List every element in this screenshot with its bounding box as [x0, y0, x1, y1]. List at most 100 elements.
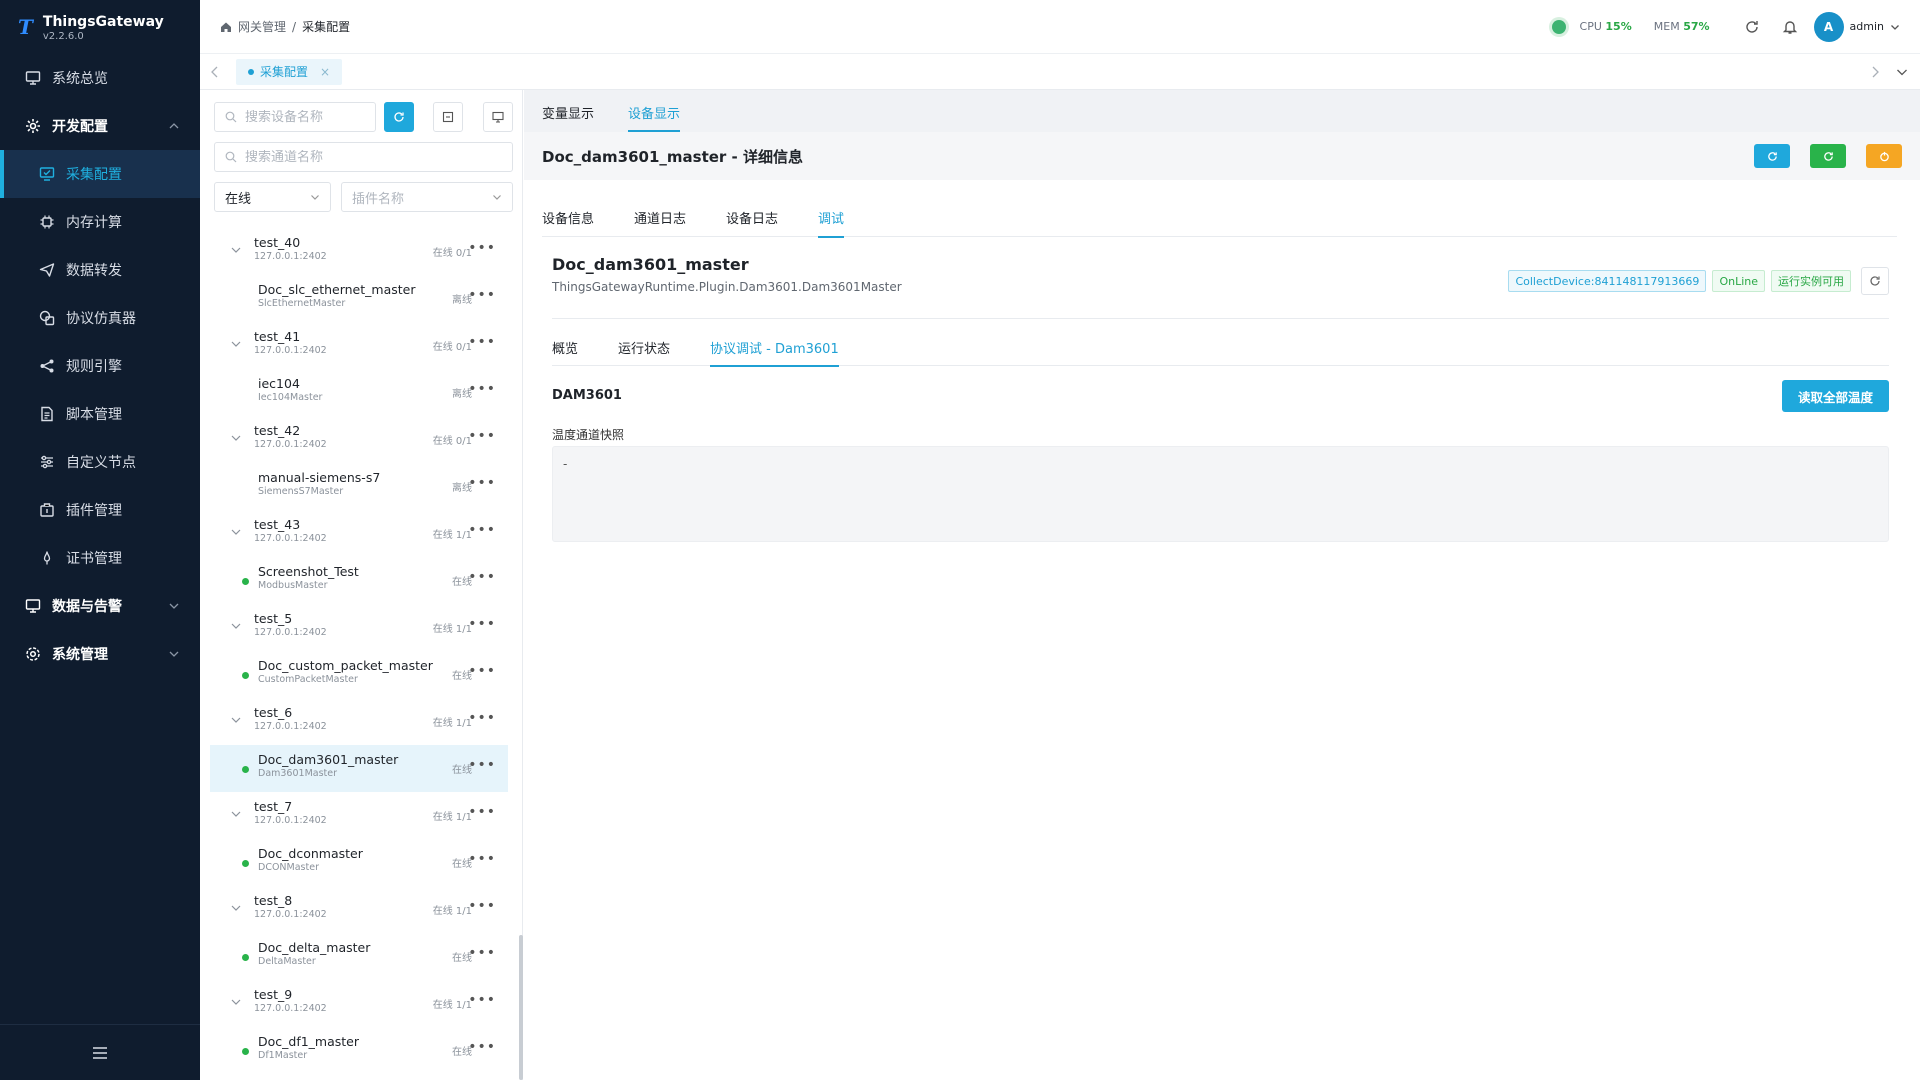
refresh-icon[interactable]	[1744, 19, 1760, 35]
device-name: Doc_slc_ethernet_master	[258, 282, 416, 297]
chevron-down-icon[interactable]	[230, 526, 242, 538]
more-icon[interactable]: •••	[468, 757, 496, 773]
tree-device-node[interactable]: Doc_df1_master Df1Master 在线 •••	[210, 1027, 508, 1074]
more-icon[interactable]: •••	[468, 428, 496, 444]
chevron-down-icon[interactable]	[230, 996, 242, 1008]
more-icon[interactable]: •••	[468, 381, 496, 397]
more-icon[interactable]: •••	[468, 522, 496, 538]
chevron-down-icon[interactable]	[230, 714, 242, 726]
more-icon[interactable]: •••	[468, 663, 496, 679]
tab-variable-view[interactable]: 变量显示	[542, 103, 594, 132]
device-name: iec104	[258, 376, 300, 391]
tab-channel-log[interactable]: 通道日志	[634, 200, 686, 237]
tree-channel-node[interactable]: test_41 127.0.0.1:2402 在线 0/1 •••	[210, 322, 508, 369]
tab-device-log[interactable]: 设备日志	[726, 200, 778, 237]
tree-device-node[interactable]: Doc_dconmaster DCONMaster 在线 •••	[210, 839, 508, 886]
home-icon[interactable]	[220, 21, 232, 33]
tree-channel-node[interactable]: test_40 127.0.0.1:2402 在线 0/1 •••	[210, 228, 508, 275]
more-icon[interactable]: •••	[468, 804, 496, 820]
online-status-dot	[242, 860, 249, 867]
sidebar-item-script-manage[interactable]: 脚本管理	[0, 390, 200, 438]
tree-channel-node[interactable]: test_9 127.0.0.1:2402 在线 1/1 •••	[210, 980, 508, 1027]
sidebar-item-data-forward[interactable]: 数据转发	[0, 246, 200, 294]
user-menu[interactable]: A admin	[1813, 11, 1900, 42]
collect-device-tag: CollectDevice:841148117913669	[1508, 270, 1707, 292]
more-icon[interactable]: •••	[468, 240, 496, 256]
sidebar-item-memory-compute[interactable]: 内存计算	[0, 198, 200, 246]
sidebar-group-system-manage[interactable]: 系统管理	[0, 630, 200, 678]
sidebar-group-dev-config[interactable]: 开发配置	[0, 102, 200, 150]
tree-channel-node[interactable]: test_7 127.0.0.1:2402 在线 1/1 •••	[210, 792, 508, 839]
tab-menu-chevron-icon[interactable]	[1896, 67, 1908, 77]
more-icon[interactable]: •••	[468, 992, 496, 1008]
tree-channel-node[interactable]: test_42 127.0.0.1:2402 在线 0/1 •••	[210, 416, 508, 463]
more-icon[interactable]: •••	[468, 851, 496, 867]
read-all-temperature-button[interactable]: 读取全部温度	[1781, 380, 1889, 412]
tree-device-node[interactable]: Doc_delta_master DeltaMaster 在线 •••	[210, 933, 508, 980]
status-indicator-icon	[1551, 19, 1566, 34]
more-icon[interactable]: •••	[468, 569, 496, 585]
tree-channel-node[interactable]: test_8 127.0.0.1:2402 在线 1/1 •••	[210, 886, 508, 933]
tree-device-node[interactable]: Screenshot_Test ModbusMaster 在线 •••	[210, 557, 508, 604]
tab-run-status[interactable]: 运行状态	[618, 334, 670, 366]
channel-search-input[interactable]	[245, 149, 475, 165]
app-logo[interactable]: T ThingsGateway v2.2.6.0	[0, 0, 200, 54]
tab-debug[interactable]: 调试	[818, 200, 845, 238]
chevron-down-icon[interactable]	[230, 432, 242, 444]
sidebar-item-overview[interactable]: 系统总览	[0, 54, 200, 102]
tab-overview[interactable]: 概览	[552, 334, 578, 366]
sidebar-item-plugin-manage[interactable]: 插件管理	[0, 486, 200, 534]
more-icon[interactable]: •••	[468, 475, 496, 491]
tab-scroll-right-icon[interactable]	[1870, 66, 1880, 78]
sidebar-collapse-button[interactable]	[0, 1024, 200, 1080]
chevron-down-icon[interactable]	[230, 620, 242, 632]
device-refresh-button[interactable]	[1861, 267, 1889, 295]
tree-collapse-button[interactable]	[433, 102, 463, 132]
tab-device-info[interactable]: 设备信息	[542, 200, 594, 237]
sidebar-item-collect-config[interactable]: 采集配置	[0, 150, 200, 198]
more-icon[interactable]: •••	[468, 945, 496, 961]
tree-channel-node[interactable]: test_5 127.0.0.1:2402 在线 1/1 •••	[210, 604, 508, 651]
tree-scrollbar[interactable]	[519, 935, 523, 1080]
tab-device-view[interactable]: 设备显示	[628, 103, 681, 132]
restart-button[interactable]	[1810, 144, 1846, 168]
more-icon[interactable]: •••	[468, 287, 496, 303]
refresh-button[interactable]	[1754, 144, 1790, 168]
sidebar-item-rule-engine[interactable]: 规则引擎	[0, 342, 200, 390]
chevron-down-icon[interactable]	[230, 808, 242, 820]
pause-button[interactable]	[1866, 144, 1902, 168]
tree-view-button[interactable]	[483, 102, 513, 132]
device-name: Doc_custom_packet_master	[258, 658, 433, 673]
more-icon[interactable]: •••	[468, 1039, 496, 1055]
chevron-up-icon	[169, 123, 179, 129]
sidebar-item-protocol-simulator[interactable]: 协议仿真器	[0, 294, 200, 342]
more-icon[interactable]: •••	[468, 898, 496, 914]
chevron-down-icon[interactable]	[230, 338, 242, 350]
tab-close-icon[interactable]: ×	[320, 65, 330, 79]
tree-device-node-selected[interactable]: Doc_dam3601_master Dam3601Master 在线 •••	[210, 745, 508, 792]
sidebar-group-data-alarm[interactable]: 数据与告警	[0, 582, 200, 630]
tree-channel-node[interactable]: test_6 127.0.0.1:2402 在线 1/1 •••	[210, 698, 508, 745]
tree-channel-node[interactable]: test_43 127.0.0.1:2402 在线 1/1 •••	[210, 510, 508, 557]
tree-device-node[interactable]: manual-siemens-s7 SiemensS7Master 离线 •••	[210, 463, 508, 510]
tree-device-node[interactable]: Doc_slc_ethernet_master SlcEthernetMaster…	[210, 275, 508, 322]
sidebar-item-custom-node[interactable]: 自定义节点	[0, 438, 200, 486]
tree-device-node[interactable]: Doc_custom_packet_master CustomPacketMast…	[210, 651, 508, 698]
bell-icon[interactable]	[1782, 19, 1798, 35]
more-icon[interactable]: •••	[468, 334, 496, 350]
status-filter-select[interactable]: 在线	[214, 182, 331, 212]
tab-collect-config[interactable]: 采集配置 ×	[236, 58, 343, 85]
device-plugin: ModbusMaster	[258, 580, 328, 591]
tab-protocol-debug[interactable]: 协议调试 - Dam3601	[710, 334, 839, 367]
tab-scroll-left-icon[interactable]	[210, 66, 220, 78]
plugin-filter-select[interactable]: 插件名称	[341, 182, 513, 212]
breadcrumb-root[interactable]: 网关管理	[238, 18, 286, 35]
chevron-down-icon[interactable]	[230, 902, 242, 914]
tree-device-node[interactable]: iec104 Iec104Master 离线 •••	[210, 369, 508, 416]
more-icon[interactable]: •••	[468, 710, 496, 726]
more-icon[interactable]: •••	[468, 616, 496, 632]
chevron-down-icon[interactable]	[230, 244, 242, 256]
sidebar-item-certificate-manage[interactable]: 证书管理	[0, 534, 200, 582]
device-search-input[interactable]	[245, 109, 365, 125]
tree-refresh-button[interactable]	[384, 102, 414, 132]
